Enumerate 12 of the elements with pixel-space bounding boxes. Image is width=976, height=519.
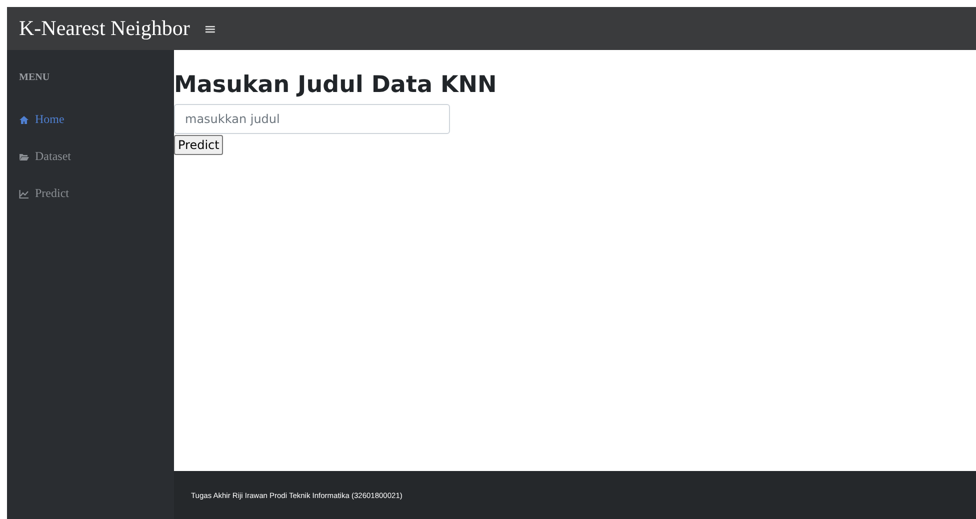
home-icon: [19, 114, 29, 124]
line-chart-icon: [19, 188, 29, 198]
sidebar-item[interactable]: Predict: [7, 175, 174, 212]
sidebar-item[interactable]: Dataset: [7, 138, 174, 175]
menu-heading: MENU: [18, 72, 51, 83]
sidebar-item[interactable]: Home: [7, 101, 174, 138]
predict-button[interactable]: Predict: [174, 135, 224, 155]
menu-toggle[interactable]: ≡: [204, 20, 216, 38]
app-title: K-Nearest Neighbor: [19, 16, 190, 41]
folder-icon: [19, 152, 29, 162]
title-input-field[interactable]: masukkan judul: [174, 104, 450, 134]
page-title: Masukan Judul Data KNN: [174, 72, 498, 98]
